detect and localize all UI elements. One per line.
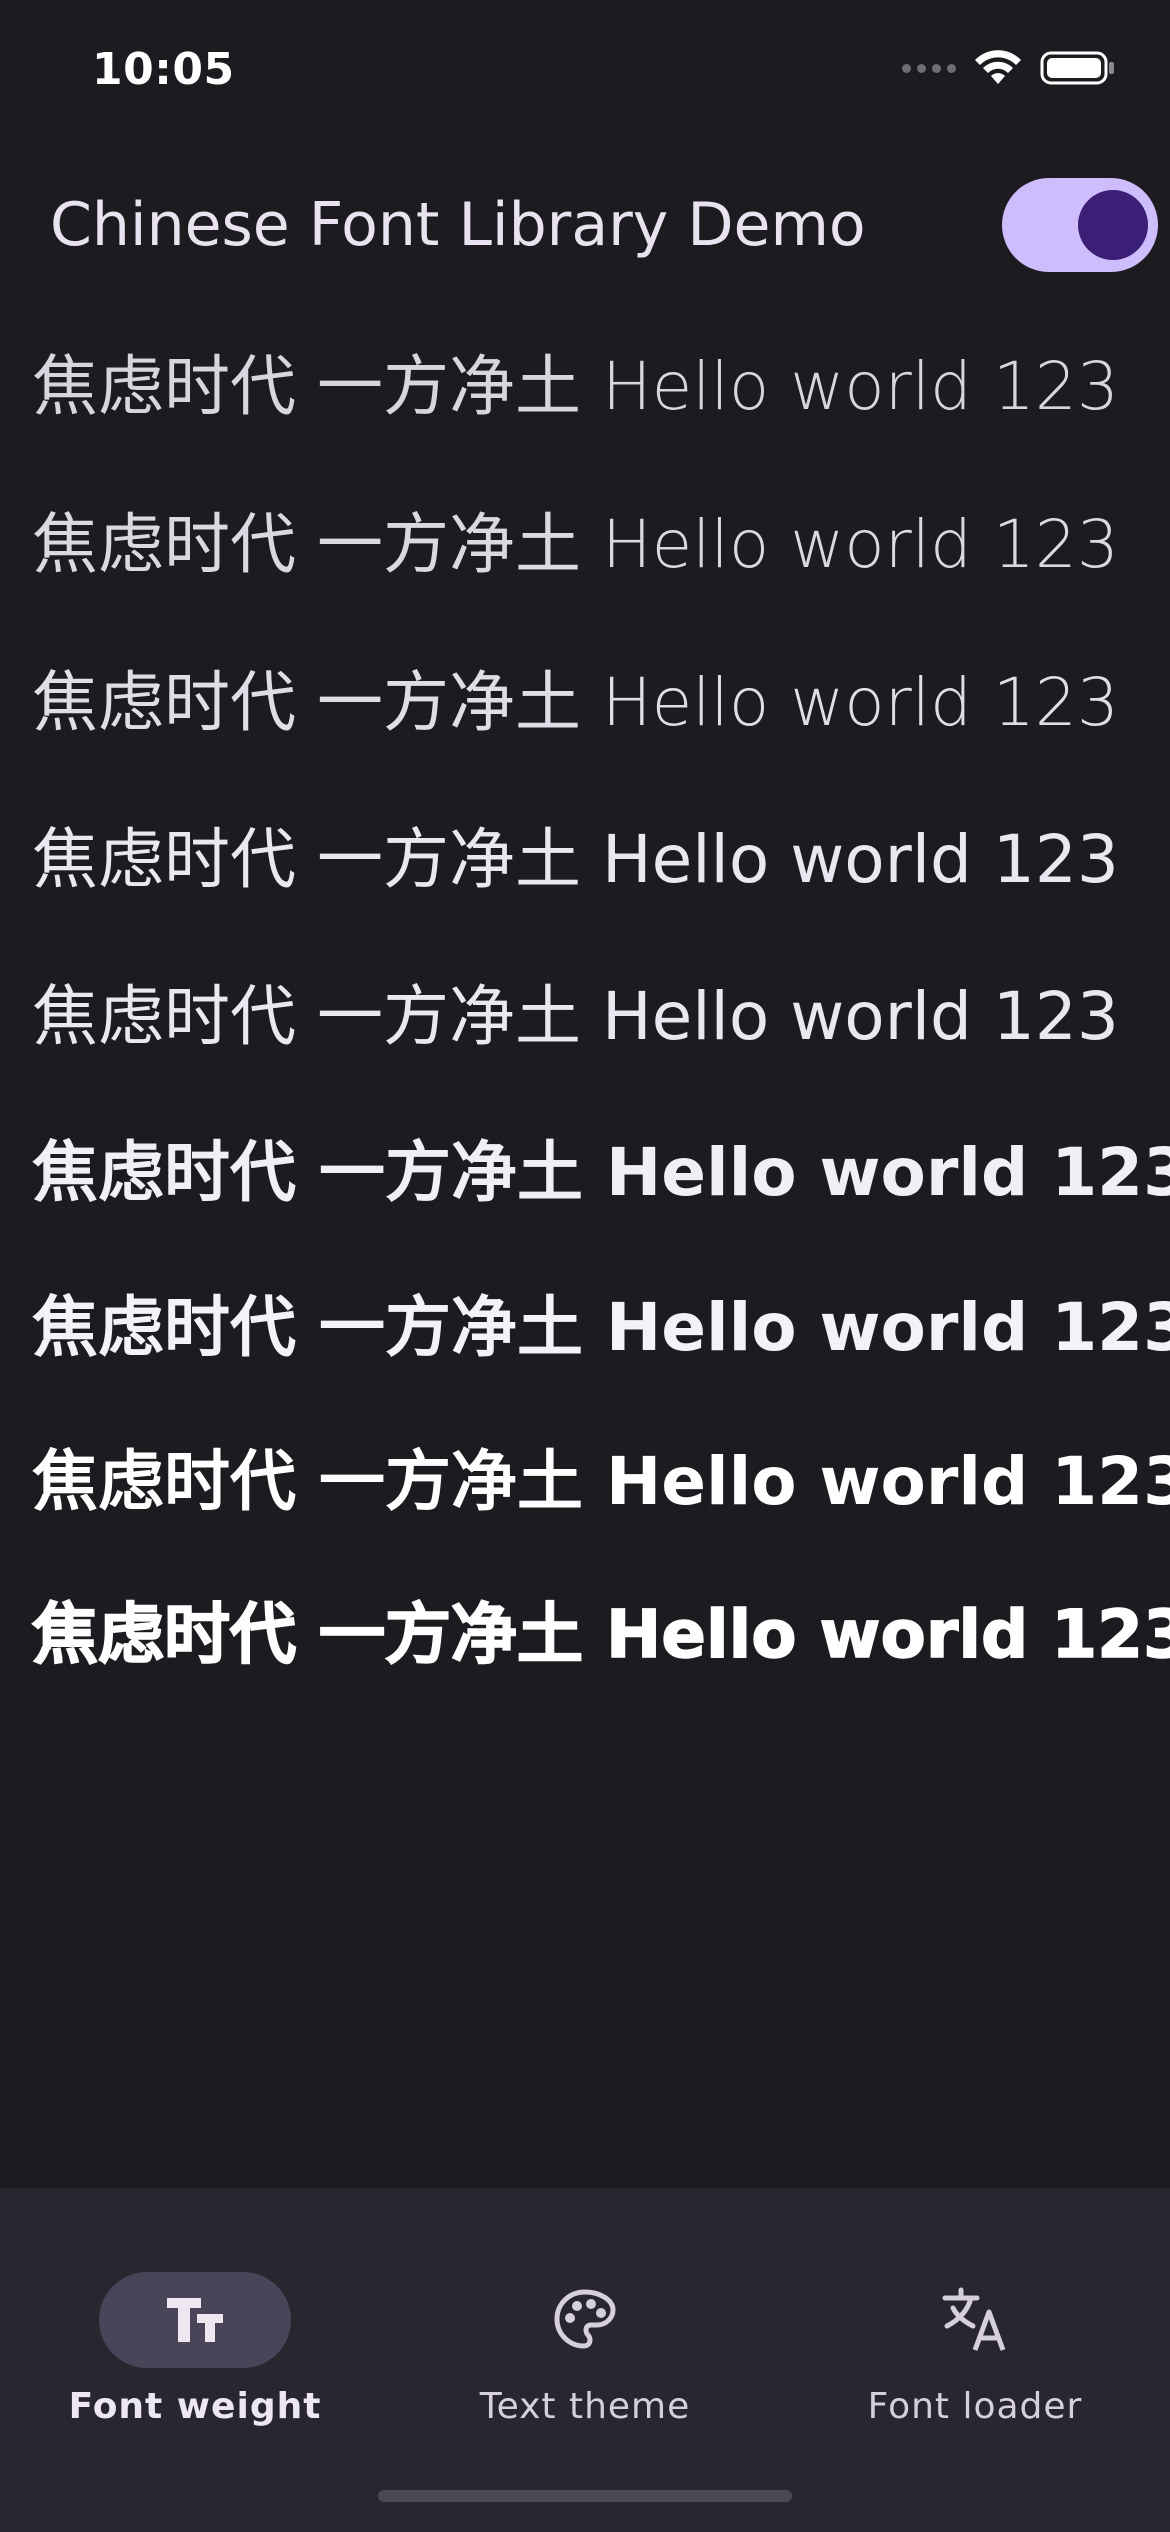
- wifi-icon: [975, 50, 1021, 84]
- nav-item-font-weight[interactable]: Font weight: [0, 2228, 390, 2427]
- bottom-navigation-bar: Font weight Text theme Font loader: [0, 2188, 1170, 2532]
- sample-weight-700: 焦虑时代 一方净土 Hello world 123: [32, 1289, 1170, 1366]
- sample-weight-100: 焦虑时代 一方净土 Hello world 123: [32, 348, 1119, 425]
- nav-label-font-loader: Font loader: [867, 2386, 1083, 2427]
- sample-weight-200: 焦虑时代 一方净土 Hello world 123: [32, 506, 1119, 583]
- sample-weight-900: 焦虑时代 一方净土 Hello world 123: [31, 1596, 1170, 1673]
- nav-item-font-loader[interactable]: Font loader: [780, 2228, 1170, 2427]
- battery-icon: [1040, 51, 1114, 85]
- sample-weight-500: 焦虑时代 一方净土 Hello world 123: [32, 978, 1119, 1055]
- nav-label-text-theme: Text theme: [479, 2386, 691, 2427]
- sample-weight-300: 焦虑时代 一方净土 Hello world 123: [32, 664, 1119, 741]
- nav-item-text-theme[interactable]: Text theme: [390, 2228, 780, 2427]
- cellular-signal-icon: [902, 63, 956, 73]
- switch-thumb: [1078, 190, 1148, 260]
- sample-weight-400: 焦虑时代 一方净土 Hello world 123: [32, 821, 1119, 898]
- status-icons: [902, 50, 1116, 86]
- nav-label-font-weight: Font weight: [68, 2386, 322, 2427]
- status-bar: 10:05: [0, 0, 1170, 150]
- status-time: 10:05: [92, 44, 235, 95]
- translate-icon: [941, 2286, 1009, 2354]
- home-indicator[interactable]: [378, 2490, 792, 2502]
- text-fields-icon: [161, 2286, 229, 2354]
- app-bar: Chinese Font Library Demo: [0, 150, 1170, 300]
- page-title: Chinese Font Library Demo: [50, 190, 866, 260]
- palette-icon: [551, 2286, 619, 2354]
- dark-mode-switch[interactable]: [1002, 178, 1158, 272]
- sample-weight-800: 焦虑时代 一方净土 Hello world 123: [32, 1443, 1170, 1520]
- sample-weight-600: 焦虑时代 一方净土 Hello world 123: [32, 1134, 1170, 1211]
